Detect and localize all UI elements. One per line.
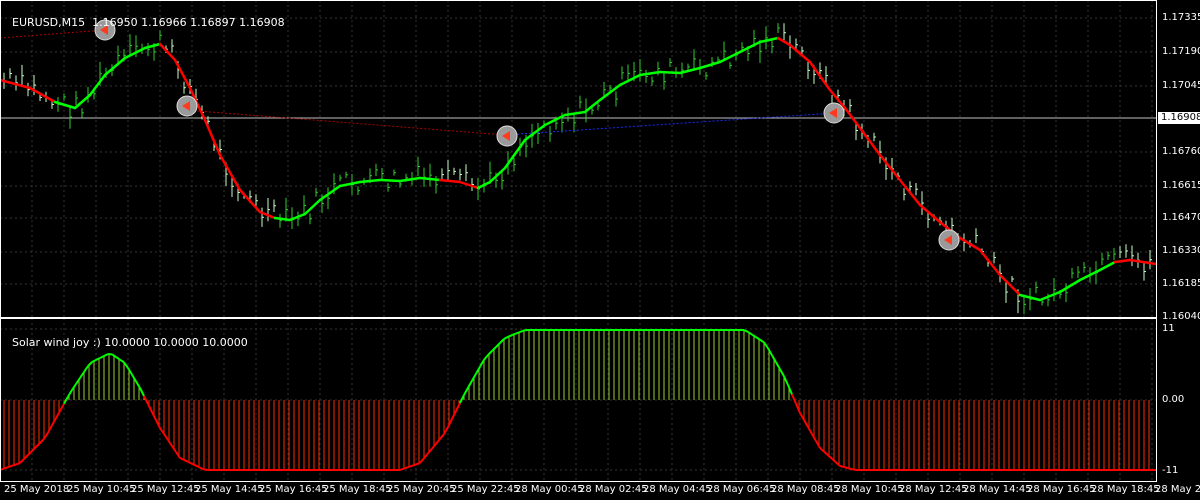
indicator-line-segment	[851, 468, 857, 471]
ma-segment	[378, 178, 402, 183]
price-label: 1.17045	[1162, 80, 1200, 91]
time-label: 28 May 10:45	[835, 484, 904, 495]
current-price-tag: 1.16908	[1158, 112, 1200, 124]
indicator-level-label: 0.00	[1162, 394, 1185, 405]
price-label: 1.17190	[1162, 46, 1200, 57]
indicator-level-label: 11	[1162, 323, 1175, 334]
time-label: 28 May 16:45	[1027, 484, 1096, 495]
price-label: 1.16760	[1162, 146, 1200, 157]
indicator-line-segment	[7, 464, 13, 469]
time-label: 28 May 08:45	[771, 484, 840, 495]
time-label: 25 May 10:45	[67, 484, 136, 495]
time-label: 25 May 14:45	[195, 484, 264, 495]
price-label: 1.16615	[1162, 180, 1200, 191]
indicator-line-segment	[843, 466, 849, 470]
indicator-line-segment	[403, 466, 409, 470]
indicator-line-segment	[839, 465, 845, 469]
time-label: 28 May 06:45	[707, 484, 776, 495]
price-label: 1.16040	[1162, 311, 1200, 322]
time-label: 28 May 14:45	[963, 484, 1032, 495]
time-label: 25 May 20:45	[387, 484, 456, 495]
time-label: 28 May 04:45	[643, 484, 712, 495]
time-label: 28 May 00:45	[515, 484, 584, 495]
indicator-line-segment	[847, 467, 853, 471]
price-label: 1.16330	[1162, 245, 1200, 256]
ma-segment	[658, 70, 682, 75]
time-label: 25 May 16:45	[259, 484, 328, 495]
indicator-name: Solar wind joy :)	[12, 336, 101, 349]
symbol-timeframe: EURUSD,M15	[12, 16, 86, 29]
price-chart-background	[0, 0, 1200, 318]
time-label: 28 May 02:45	[579, 484, 648, 495]
time-label: 25 May 22:45	[451, 484, 520, 495]
indicator-line-segment	[415, 462, 421, 466]
time-label: 28 May 18:45	[1091, 484, 1160, 495]
indicator-line-segment	[399, 467, 405, 471]
indicator-line-segment	[11, 463, 17, 467]
chart-title: EURUSD,M15 1.16950 1.16966 1.16897 1.169…	[5, 3, 285, 29]
indicator-line-segment	[407, 464, 413, 469]
time-label: 25 May 12:45	[131, 484, 200, 495]
price-label: 1.16470	[1162, 212, 1200, 223]
price-chart[interactable]	[0, 0, 1200, 318]
time-label: 28 May 20	[1155, 484, 1200, 495]
price-label: 1.17335	[1162, 12, 1200, 23]
time-label: 25 May 2018	[4, 484, 70, 495]
indicator-line-segment	[15, 462, 21, 466]
time-label: 25 May 18:45	[323, 484, 392, 495]
indicator-level-label: -11	[1162, 465, 1179, 476]
indicator-line-segment	[3, 466, 9, 470]
indicator-values: 10.0000 10.0000 10.0000	[104, 336, 248, 349]
time-label: 28 May 12:45	[899, 484, 968, 495]
price-label: 1.16185	[1162, 278, 1200, 289]
indicator-line-segment	[411, 463, 417, 467]
ohlc-values: 1.16950 1.16966 1.16897 1.16908	[92, 16, 285, 29]
indicator-title: Solar wind joy :) 10.0000 10.0000 10.000…	[5, 323, 248, 349]
